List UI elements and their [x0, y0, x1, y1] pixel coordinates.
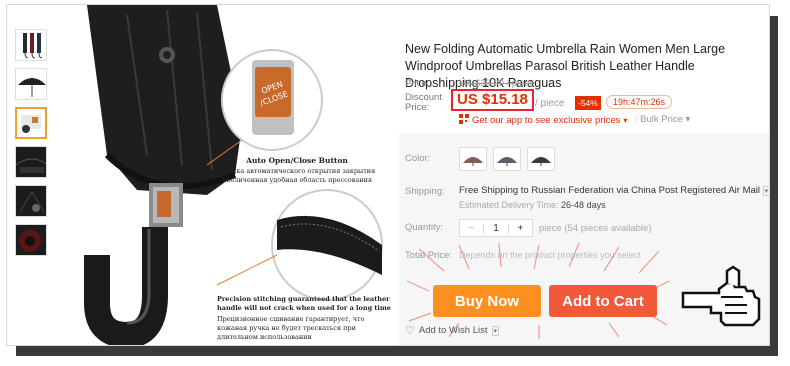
shipping-method[interactable]: Free Shipping to Russian Federation via … [459, 185, 769, 196]
app-price-link[interactable]: Get our app to see exclusive prices ▾ [459, 114, 627, 127]
quantity-label: Quantity: [405, 222, 444, 233]
wishlist-text: Add to Wish List [418, 325, 488, 336]
thumbnail-4[interactable] [15, 146, 47, 178]
per-piece-label: / piece [535, 98, 565, 109]
delivery-label: Estimated Delivery Time: [459, 200, 559, 210]
thumbnail-5[interactable] [15, 185, 47, 217]
thumbnail-strip [15, 29, 51, 263]
stitch-callout-ru-1: Прецизионное сшивание гарантирует, что [217, 315, 365, 323]
color-swatch-2[interactable] [493, 147, 521, 171]
color-swatch-3[interactable] [527, 147, 555, 171]
quantity-minus-button[interactable]: − [460, 223, 483, 234]
button-callout-ru-1: Кнопка автоматического открытия закрытия [219, 167, 376, 175]
shipping-label: Shipping: [405, 186, 445, 197]
button-callout-ru-2: Увеличенная удобная область прессования [222, 176, 372, 184]
pointing-hand-icon [681, 265, 761, 327]
add-to-wishlist-link[interactable]: ♡ Add to Wish List ▾ [405, 324, 500, 337]
stitch-callout-ru-2: кожаная ручка не будет трескаться при [217, 324, 356, 332]
discount-price-box: US $15.18 [451, 89, 534, 111]
button-callout-title: Auto Open/Close Button [245, 156, 348, 165]
stitch-callout-en-1: Precision stitching guaranteed that the … [217, 295, 390, 303]
quantity-stepper: − 1 + [459, 219, 533, 237]
quantity-input[interactable]: 1 [483, 222, 509, 234]
color-swatch-1[interactable] [459, 147, 487, 171]
stitch-callout-en-2: handle will not crack when used for a lo… [217, 304, 391, 312]
delivery-estimate: Estimated Delivery Time: 26-48 days [459, 200, 606, 210]
caret-down-icon: ▾ [491, 325, 500, 336]
qr-code-icon [459, 114, 469, 127]
discount-label-2: Price: [405, 102, 430, 113]
stitch-callout-ru-3: длительном использовании [217, 333, 312, 341]
countdown-timer: 19h:47m:26s [606, 95, 673, 109]
bulk-price-dropdown[interactable]: | Bulk Price ▾ [635, 114, 690, 125]
delivery-value: 26-48 days [561, 200, 606, 210]
original-price: US $33.00 / piece [459, 78, 535, 89]
buy-now-button[interactable]: Buy Now [433, 285, 541, 317]
thumbnail-6[interactable] [15, 224, 47, 256]
heart-icon: ♡ [405, 325, 415, 337]
pieces-available: piece (54 pieces available) [539, 223, 652, 234]
thumbnail-1[interactable] [15, 29, 47, 61]
product-card: OPEN /CLOSE Auto Open/Close Button Кнопк… [6, 4, 770, 346]
caret-down-icon: ▾ [623, 116, 628, 125]
discount-badge: -54% [575, 96, 601, 110]
quantity-plus-button[interactable]: + [509, 223, 532, 234]
bulk-price-text: Bulk Price [640, 114, 683, 125]
color-label: Color: [405, 153, 431, 164]
product-details: New Folding Automatic Umbrella Rain Wome… [399, 5, 769, 345]
product-image: OPEN /CLOSE Auto Open/Close Button Кнопк… [67, 5, 397, 345]
thumbnail-3[interactable] [15, 107, 47, 139]
price-label: Price: [405, 78, 430, 89]
caret-down-icon: ▾ [685, 114, 691, 125]
shipping-text: Free Shipping to Russian Federation via … [459, 185, 760, 196]
discount-price: US $15.18 [457, 91, 528, 108]
thumbnail-2[interactable] [15, 68, 47, 100]
caret-down-icon: ▾ [762, 186, 769, 196]
umbrella-illustration: OPEN /CLOSE Auto Open/Close Button Кнопк… [84, 5, 391, 345]
add-to-cart-button[interactable]: Add to Cart [549, 285, 657, 317]
app-link-text: Get our app to see exclusive prices [472, 115, 621, 126]
